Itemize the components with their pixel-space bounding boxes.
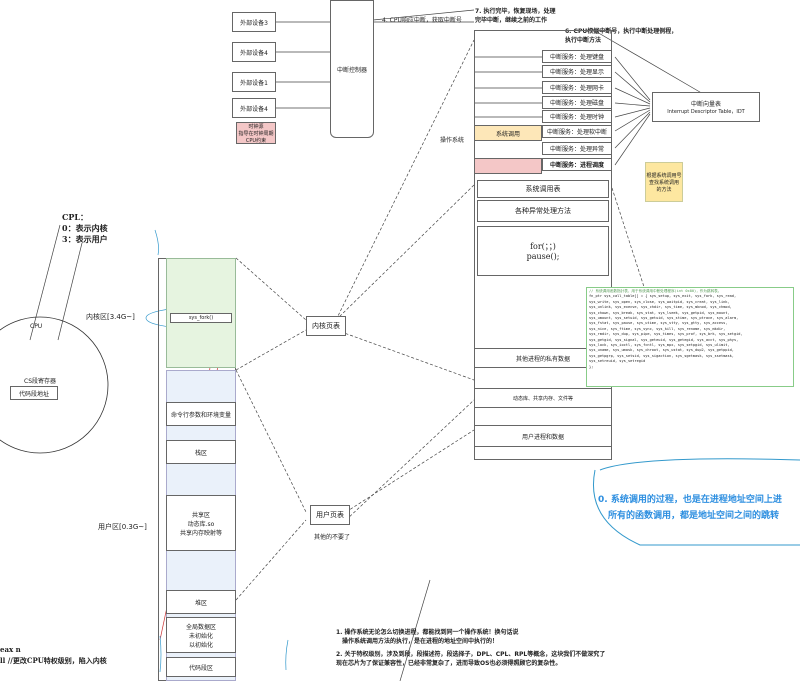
- device-1: 外部设备3: [232, 12, 276, 32]
- argv-label: 命令行参数和环境变量: [170, 411, 231, 419]
- idle-loop: for(；；) pause();: [477, 226, 609, 276]
- syscall-box-label: 系统调用: [495, 130, 520, 138]
- blue-note: 0. 系统调用的过程，也是在进程地址空间上进 所有的函数调用，都是地址空间之间的…: [598, 492, 782, 524]
- syscall-table-label: 系统调用表: [525, 185, 561, 193]
- stack-label: 栈区: [194, 449, 207, 457]
- service-label: 中断服务：进程调度: [549, 162, 604, 169]
- service-label: 中断服务：处理软中断: [546, 129, 607, 136]
- device-label: 外部设备4: [240, 49, 268, 57]
- service-label: 中断服务：处理显示: [549, 69, 604, 76]
- code-line: };: [589, 364, 594, 369]
- idt-box: 中断向量表 Interrupt Descriptor Table，IDT: [652, 92, 760, 122]
- code-label: 代码段区: [188, 664, 213, 672]
- service-exception: 中断服务：处理异常: [542, 142, 612, 155]
- syscall-table: 系统调用表: [477, 180, 609, 198]
- interrupt-controller: 中断控制器: [330, 0, 374, 138]
- global-region: 全局数据区 未初始化 以初始化: [166, 617, 236, 653]
- left-bottom-line: ll //更改CPU特权级别，陷入内核: [0, 656, 107, 665]
- heap-label: 堆区: [194, 599, 207, 607]
- service-disk: 中断服务：处理磁盘: [542, 96, 612, 109]
- kernel-label: 操作系统: [440, 137, 465, 144]
- service-label: 中断服务：处理时钟: [549, 114, 604, 121]
- user-page-table: 用户页表: [310, 505, 350, 525]
- shared-resources: 动态库、共享内存、文件等: [474, 388, 612, 408]
- shared-region: 共享区 动态库.so 共享内存映射等: [166, 495, 236, 551]
- service-label: 中断服务：处理网卡: [549, 85, 604, 92]
- device-label: 外部设备4: [240, 105, 268, 113]
- step7-label: 7. 执行完毕，恢复现场，处理 完毕中断，继续之前的工作: [475, 8, 556, 24]
- service-label: 中断服务：处理磁盘: [549, 100, 604, 107]
- pink-slot: [474, 158, 542, 174]
- sys-fork-box: sys_fork(): [170, 313, 232, 323]
- code-region: 代码段区: [166, 657, 236, 677]
- note-1b: 操作系统调用方法的执行，是在进程的地址空间中执行的！: [342, 638, 499, 645]
- user-zone-label: 用户区[0.3G~]: [98, 523, 147, 531]
- argv-region: 命令行参数和环境变量: [166, 402, 236, 426]
- device-3: 外部设备1: [232, 72, 276, 92]
- idt-title: 中断向量表: [690, 101, 721, 108]
- clock-note: 时钟源 指导在时钟周期 CPU约束: [236, 122, 276, 144]
- cpl-level-3: 3：表示用户: [62, 234, 108, 244]
- idt-subtitle: Interrupt Descriptor Table，IDT: [667, 109, 745, 115]
- cpl-level-0: 0：表示内核: [62, 223, 108, 233]
- cs-register-label: CS段寄存器: [24, 378, 56, 385]
- user-proc-data-label: 用户进程和数据: [521, 433, 564, 441]
- service-clock: 中断服务：处理时钟: [542, 110, 612, 123]
- service-schedule: 中断服务：进程调度: [542, 158, 612, 171]
- idle-loop-label: for(；；) pause();: [526, 242, 560, 261]
- service-label: 中断服务：处理异常: [549, 146, 604, 153]
- device-label: 外部设备1: [240, 79, 268, 87]
- note-2a: 2. 关于特权级别，涉及到段，段描述符，段选择子，DPL、CPL、RPL等概念，…: [336, 651, 606, 658]
- device-label: 外部设备3: [240, 19, 268, 27]
- service-softirq: 中断服务：处理软中断: [542, 125, 612, 138]
- left-bottom-line: eax n: [0, 645, 21, 654]
- kernel-zone-label: 内核区[3.4G~]: [86, 313, 135, 321]
- device-4: 外部设备4: [232, 98, 276, 118]
- global-label: 全局数据区 未初始化 以初始化: [185, 623, 216, 649]
- user-page-table-label: 用户页表: [316, 511, 344, 519]
- exception-methods: 各种异常处理方法: [477, 200, 609, 222]
- interrupt-controller-label: 中断控制器: [336, 66, 367, 74]
- kernel-page-table-label: 内核页表: [312, 322, 340, 330]
- device-2: 外部设备4: [232, 42, 276, 62]
- user-proc-data: 用户进程和数据: [474, 425, 612, 447]
- step4-label: 4. CPU响应中断，获取中断号: [382, 17, 462, 24]
- shared-resources-label: 动态库、共享内存、文件等: [512, 395, 573, 402]
- service-label: 中断服务：处理键盘: [549, 54, 604, 61]
- left-bottom-code: eax n ll //更改CPU特权级别，陷入内核: [0, 644, 107, 666]
- private-data-label: 其他进程的私有数据: [515, 355, 570, 363]
- cpl-note: CPL： 0：表示内核 3：表示用户: [62, 212, 108, 245]
- service-display: 中断服务：处理显示: [542, 65, 612, 78]
- code-note: // 系统调用函数指针表，用于系统调用中断处理程序(int 0x80)，作为跳转…: [586, 287, 794, 387]
- yellow-note-label: 根据系统调用号 查找系统调用 的方法: [646, 172, 682, 193]
- kernel-page-table: 内核页表: [306, 316, 346, 336]
- blue-note-line: 0. 系统调用的过程，也是在进程地址空间上进: [598, 495, 782, 505]
- sys-fork-label: sys_fork(): [188, 315, 214, 321]
- service-keyboard: 中断服务：处理键盘: [542, 50, 612, 63]
- syscall-box: 系统调用: [474, 125, 542, 141]
- code-seg-addr: 代码段地址: [10, 386, 58, 400]
- cpu-label: CPU: [30, 323, 43, 330]
- bottom-notes: 1. 操作系统无论怎么切换进程，都能找到同一个操作系统！换句话说 操作系统调用方…: [336, 628, 605, 668]
- code-seg-addr-label: 代码段地址: [18, 390, 49, 398]
- cpl-title: CPL：: [62, 212, 89, 222]
- heap-region: 堆区: [166, 590, 236, 614]
- yellow-note: 根据系统调用号 查找系统调用 的方法: [645, 162, 683, 202]
- note-2b: 现在芯片为了保证兼容性，已经非常复杂了，进而导致OS也必须得照顾它的复杂性。: [336, 660, 562, 667]
- service-network: 中断服务：处理网卡: [542, 81, 612, 94]
- shared-label: 共享区 动态库.so 共享内存映射等: [179, 511, 222, 537]
- exception-methods-label: 各种异常处理方法: [515, 207, 571, 215]
- clock-note-label: 时钟源 指导在时钟周期 CPU约束: [238, 123, 274, 144]
- user-page-note: 其他的不要了: [314, 534, 351, 541]
- note-1a: 1. 操作系统无论怎么切换进程，都能找到同一个操作系统！换句话说: [336, 629, 519, 636]
- blue-note-line: 所有的函数调用，都是地址空间之间的跳转: [608, 511, 780, 521]
- stack-region: 栈区: [166, 440, 236, 464]
